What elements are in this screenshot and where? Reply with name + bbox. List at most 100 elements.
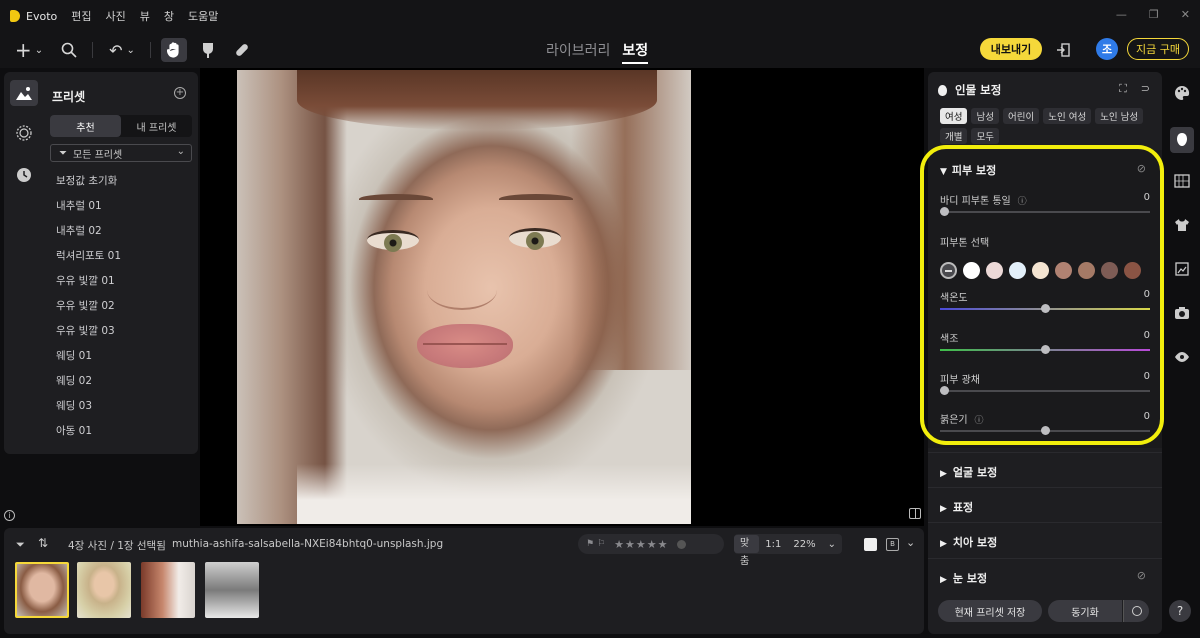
- sort-icon[interactable]: ⇅: [38, 536, 48, 550]
- zoom-1to1-button[interactable]: 1:1: [759, 539, 787, 550]
- preset-item[interactable]: 우유 빛깔 03: [56, 322, 121, 347]
- compare-view-icon[interactable]: [909, 508, 921, 519]
- tab-library[interactable]: 라이브러리: [546, 40, 610, 64]
- preset-item[interactable]: 보정값 초기화: [56, 172, 121, 197]
- crop-tool-icon[interactable]: [1173, 260, 1191, 278]
- hand-tool-icon[interactable]: [161, 38, 187, 62]
- eye-tool-icon[interactable]: [1173, 348, 1191, 366]
- add-preset-icon[interactable]: +: [174, 87, 186, 99]
- preset-item[interactable]: 내추럴 02: [56, 222, 121, 247]
- preset-item[interactable]: 웨딩 02: [56, 372, 121, 397]
- tone-swatch[interactable]: [963, 262, 980, 279]
- add-icon[interactable]: + ⌄: [12, 38, 46, 62]
- portrait-photo[interactable]: [237, 70, 691, 524]
- sync-settings-icon[interactable]: [1123, 600, 1149, 622]
- chip-individual[interactable]: 개별: [940, 128, 968, 144]
- preset-panel-icon[interactable]: [10, 80, 38, 106]
- search-icon[interactable]: [58, 38, 80, 62]
- tone-swatch[interactable]: [1078, 262, 1095, 279]
- thumbnail-2[interactable]: [77, 562, 131, 618]
- chip-male[interactable]: 남성: [971, 108, 999, 124]
- slider-knob[interactable]: [940, 386, 949, 395]
- export-button[interactable]: 내보내기: [980, 38, 1042, 60]
- slider-knob[interactable]: [940, 207, 949, 216]
- thumbnail-3[interactable]: [141, 562, 195, 618]
- tone-swatch[interactable]: [1032, 262, 1049, 279]
- menu-window[interactable]: 창: [164, 8, 174, 24]
- slider-knob[interactable]: [1040, 345, 1050, 354]
- preset-item[interactable]: 웨딩 03: [56, 397, 121, 422]
- chevron-down-icon[interactable]: ⌄: [822, 539, 842, 550]
- tone-swatch[interactable]: [1101, 262, 1118, 279]
- single-view-icon[interactable]: [864, 538, 877, 551]
- chip-elderly-male[interactable]: 노인 남성: [1095, 108, 1144, 124]
- clothing-tool-icon[interactable]: [1173, 216, 1191, 234]
- slider-body-tone[interactable]: 바디 피부톤 통일 ⓘ 0: [940, 192, 1150, 216]
- history-icon[interactable]: [10, 162, 38, 188]
- editing-canvas[interactable]: [200, 68, 924, 526]
- tab-edit[interactable]: 보정: [622, 40, 649, 64]
- camera-icon[interactable]: [1173, 304, 1191, 322]
- slider-knob[interactable]: [1040, 304, 1050, 313]
- thumbnail-1[interactable]: [15, 562, 69, 618]
- preset-item[interactable]: 럭셔리포토 01: [56, 247, 121, 272]
- tone-swatch[interactable]: [1124, 262, 1141, 279]
- preset-item[interactable]: 아동 01: [56, 422, 121, 447]
- face-detect-icon[interactable]: ⛶: [1119, 82, 1127, 96]
- background-tool-icon[interactable]: [1173, 172, 1191, 190]
- slider-redness[interactable]: 붉은기 ⓘ 0: [940, 411, 1150, 435]
- undo-icon[interactable]: ↶ ⌄: [104, 38, 140, 62]
- filter-icon[interactable]: ⏷: [16, 538, 25, 552]
- menu-photo[interactable]: 사진: [105, 8, 125, 24]
- skin-section-header[interactable]: ▼ 피부 보정: [940, 162, 996, 178]
- slider-track[interactable]: [940, 390, 1150, 392]
- reset-icon[interactable]: ⊘: [1137, 569, 1146, 582]
- before-after-icon[interactable]: B: [886, 538, 899, 551]
- tone-swatch[interactable]: [1009, 262, 1026, 279]
- reject-flag-icon[interactable]: ⚐: [597, 539, 605, 549]
- slider-glow[interactable]: 피부 광채 0: [940, 371, 1150, 395]
- preset-item[interactable]: 내추럴 01: [56, 197, 121, 222]
- star-rating[interactable]: ★★★★★: [614, 538, 668, 551]
- portrait-tool-icon[interactable]: [1170, 127, 1194, 153]
- save-preset-button[interactable]: 현재 프리셋 저장: [938, 600, 1042, 622]
- section-expression[interactable]: ▶ 표정: [928, 487, 1162, 521]
- tab-my-presets[interactable]: 내 프리셋: [121, 115, 192, 137]
- buy-now-button[interactable]: 지금 구매: [1127, 38, 1189, 60]
- slider-knob[interactable]: [1040, 426, 1050, 435]
- preset-filter-dropdown[interactable]: ⏷ 모든 프리셋 ⌄: [50, 144, 192, 162]
- flag-icon[interactable]: ⚑: [586, 539, 594, 549]
- chip-all[interactable]: 모두: [971, 128, 999, 144]
- section-teeth[interactable]: ▶ 치아 보정: [928, 522, 1162, 556]
- thumbnail-4[interactable]: [205, 562, 259, 618]
- chip-female[interactable]: 여성: [940, 108, 968, 124]
- zoom-fit-button[interactable]: 맞춤: [734, 535, 760, 567]
- tone-swatch[interactable]: [1055, 262, 1072, 279]
- slider-tint[interactable]: 색조 0: [940, 330, 1150, 354]
- minimize-icon[interactable]: —: [1116, 8, 1127, 21]
- color-label-icon[interactable]: [677, 539, 687, 549]
- tone-swatch[interactable]: [986, 262, 1003, 279]
- tab-recommended[interactable]: 추천: [50, 115, 121, 137]
- maximize-icon[interactable]: ❐: [1149, 8, 1159, 21]
- preset-item[interactable]: 우유 빛깔 02: [56, 297, 121, 322]
- palette-icon[interactable]: [1173, 84, 1191, 102]
- section-eyes[interactable]: ▶ 눈 보정 ⊘: [928, 558, 1162, 592]
- menu-view[interactable]: 뷰: [140, 8, 150, 24]
- preset-item[interactable]: 우유 빛깔 01: [56, 272, 121, 297]
- help-button[interactable]: ?: [1169, 600, 1191, 622]
- bandage-tool-icon[interactable]: [230, 38, 254, 62]
- zoom-percent[interactable]: 22%: [787, 539, 821, 550]
- slider-track[interactable]: [940, 211, 1150, 213]
- chevron-down-icon[interactable]: ⌄: [906, 536, 915, 549]
- menu-edit[interactable]: 편집: [71, 8, 91, 24]
- brush-tool-icon[interactable]: [196, 38, 220, 62]
- sync-button[interactable]: 동기화: [1048, 600, 1122, 622]
- avatar[interactable]: 조: [1096, 38, 1118, 60]
- chip-elderly-female[interactable]: 노인 여성: [1043, 108, 1092, 124]
- sign-in-icon[interactable]: [1054, 38, 1072, 62]
- slider-temperature[interactable]: 색온도 0: [940, 289, 1150, 313]
- reset-icon[interactable]: ⊘: [1137, 162, 1146, 175]
- help-icon[interactable]: ⓘ: [974, 416, 983, 426]
- section-face[interactable]: ▶ 얼굴 보정: [928, 452, 1162, 486]
